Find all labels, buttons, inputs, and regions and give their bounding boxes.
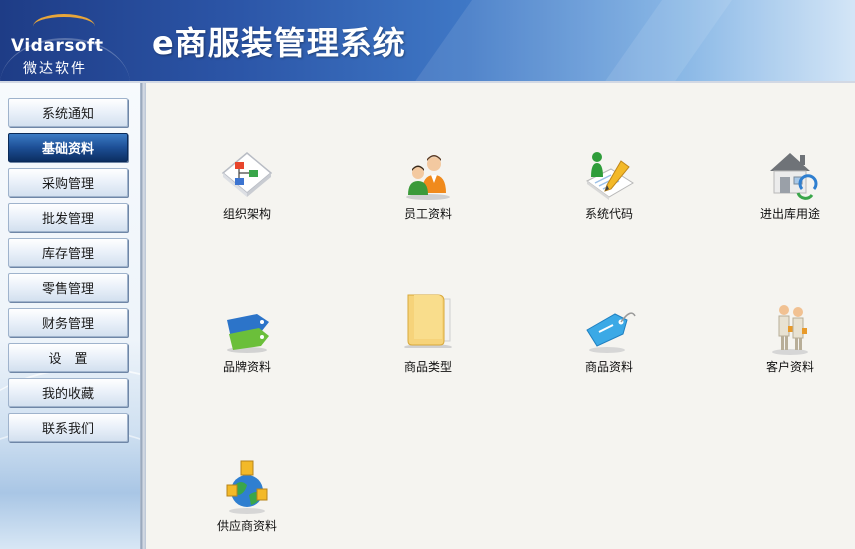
- sidebar-item-system-notice[interactable]: 系统通知: [8, 98, 128, 127]
- product-tag-icon: [586, 312, 636, 353]
- org-chart-icon: [221, 152, 273, 197]
- tile-label: 员工资料: [403, 207, 452, 221]
- tile-system-code[interactable]: 系统代码: [549, 147, 669, 227]
- tile-supplier-data[interactable]: 供应商资料: [187, 459, 307, 539]
- tile-label: 商品类型: [403, 360, 452, 374]
- sidebar-item-purchase[interactable]: 采购管理: [8, 168, 128, 197]
- tile-product-type[interactable]: 商品类型: [368, 294, 488, 380]
- sidebar-item-retail[interactable]: 零售管理: [8, 273, 128, 302]
- sidebar-item-basic-data[interactable]: 基础资料: [8, 133, 128, 162]
- tile-label: 品牌资料: [222, 360, 271, 374]
- app-header: Vidarsoft 微达软件 e商服装管理系统: [0, 0, 855, 83]
- tile-label: 供应商资料: [216, 519, 277, 533]
- sidebar-item-favorites[interactable]: 我的收藏: [8, 378, 128, 407]
- sidebar-item-wholesale[interactable]: 批发管理: [8, 203, 128, 232]
- tile-stock-usage[interactable]: 进出库用途: [730, 147, 850, 227]
- sidebar: 系统通知 基础资料 采购管理 批发管理 库存管理 零售管理 财务管理 设 置 我…: [0, 83, 141, 549]
- vidarsoft-logo: Vidarsoft 微达软件: [11, 14, 121, 78]
- tile-org-structure[interactable]: 组织架构: [187, 147, 307, 227]
- warehouse-house-icon: [770, 153, 818, 200]
- brand-tags-icon: [227, 314, 269, 353]
- sidebar-item-settings[interactable]: 设 置: [8, 343, 128, 372]
- logo-name: Vidarsoft: [11, 36, 104, 56]
- tile-label: 进出库用途: [759, 207, 820, 221]
- main-panel: 组织架构 员工资料 系统代码 进出库用途 品牌资料 商品类型 商品资料 客户资料…: [146, 83, 855, 549]
- employees-icon: [406, 155, 450, 200]
- sidebar-item-finance[interactable]: 财务管理: [8, 308, 128, 337]
- tile-label: 商品资料: [584, 360, 633, 374]
- tile-label: 客户资料: [765, 360, 814, 374]
- folder-icon: [404, 294, 452, 348]
- tile-label: 系统代码: [584, 207, 633, 221]
- tile-employee-data[interactable]: 员工资料: [368, 147, 488, 227]
- system-code-icon: [586, 152, 634, 200]
- tile-label: 组织架构: [222, 207, 271, 221]
- logo-chinese-name: 微达软件: [23, 61, 87, 77]
- sidebar-item-inventory[interactable]: 库存管理: [8, 238, 128, 267]
- sidebar-item-contact-us[interactable]: 联系我们: [8, 413, 128, 442]
- sidebar-nav: 系统通知 基础资料 采购管理 批发管理 库存管理 零售管理 财务管理 设 置 我…: [8, 98, 130, 448]
- tile-customer-data[interactable]: 客户资料: [730, 300, 850, 380]
- tile-product-data[interactable]: 商品资料: [549, 300, 669, 380]
- customers-icon: [772, 305, 808, 355]
- supplier-globe-icon: [226, 460, 268, 514]
- app-title: e商服装管理系统: [152, 24, 406, 62]
- tile-brand-data[interactable]: 品牌资料: [187, 300, 307, 380]
